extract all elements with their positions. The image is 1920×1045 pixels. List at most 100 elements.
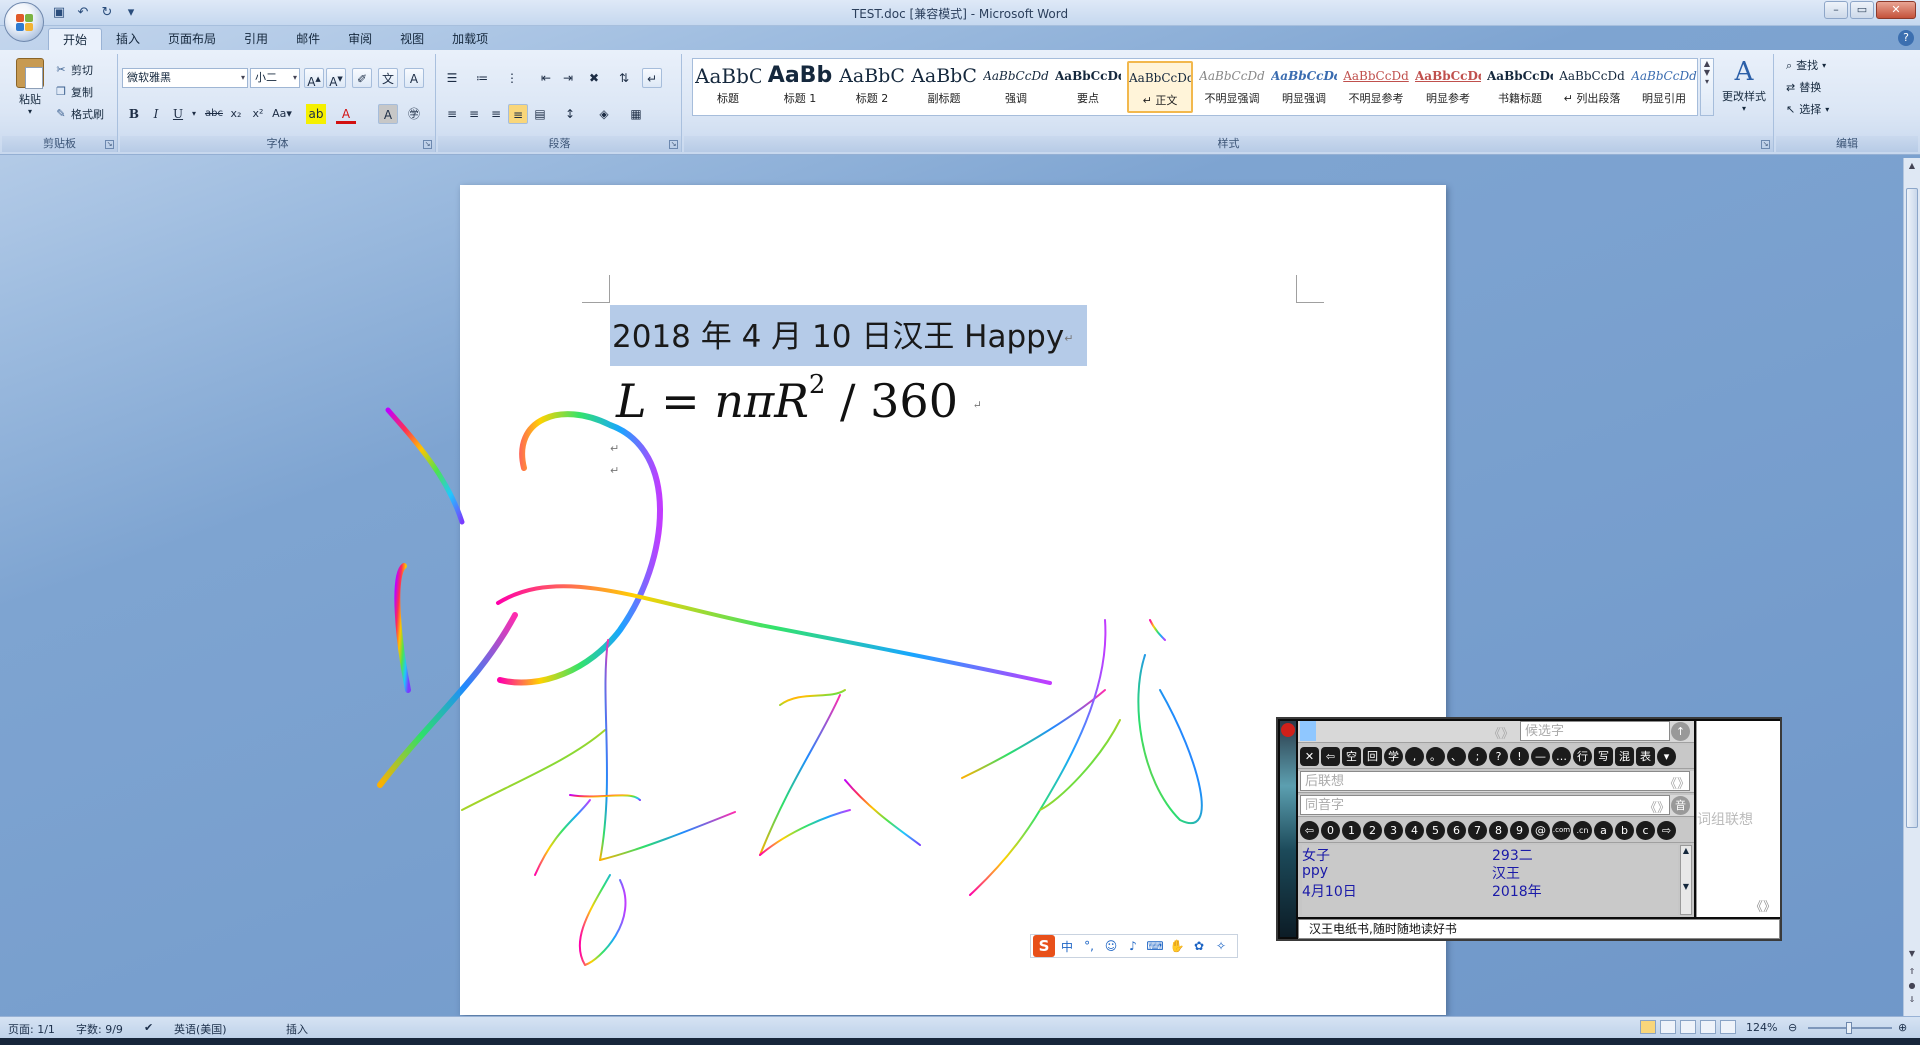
candidate-scrollbar[interactable]: ▲ ▼ xyxy=(1680,845,1692,915)
ime-key[interactable]: @ xyxy=(1531,821,1550,840)
show-marks-button[interactable]: ↵ xyxy=(642,68,662,88)
draft-view-icon[interactable] xyxy=(1720,1020,1736,1034)
page-indicator[interactable]: 页面: 1/1 xyxy=(8,1021,55,1037)
phrase-assoc-panel[interactable]: 词组联想 《》 xyxy=(1696,721,1780,917)
scroll-down-icon[interactable]: ▼ xyxy=(1906,948,1918,960)
paste-button[interactable]: 粘贴 ▾ xyxy=(10,58,50,120)
punctuation-icon[interactable]: °, xyxy=(1079,939,1099,953)
ime-key[interactable]: 、 xyxy=(1447,747,1466,766)
styles-gallery-scroll[interactable]: ▲ ▼ ▾ xyxy=(1700,58,1714,116)
chevrons-icon[interactable]: 《》 xyxy=(1750,896,1776,915)
ime-key[interactable]: b xyxy=(1615,821,1634,840)
style-subtle-emphasis[interactable]: AaBbCcDd 不明显强调 xyxy=(1199,61,1265,113)
scroll-thumb[interactable] xyxy=(1906,188,1918,828)
ime-key[interactable]: a xyxy=(1594,821,1613,840)
style-heading-2[interactable]: AaBbC 标题 2 xyxy=(839,61,905,113)
word-count[interactable]: 字数: 9/9 xyxy=(76,1021,123,1037)
chinese-layout-button[interactable]: ✖ xyxy=(584,68,604,88)
font-color-button[interactable]: A xyxy=(336,104,356,124)
browse-object-icon[interactable]: ● xyxy=(1906,980,1918,992)
ime-key[interactable]: 。 xyxy=(1426,747,1445,766)
change-styles-button[interactable]: A 更改样式 ▾ xyxy=(1716,56,1772,116)
style-book-title[interactable]: AaBbCcDd 书籍标题 xyxy=(1487,61,1553,113)
chevron-down-icon[interactable]: ▾ xyxy=(1657,747,1676,766)
style-strong[interactable]: AaBbCcDd 要点 xyxy=(1055,61,1121,113)
strikethrough-button[interactable]: abc xyxy=(204,104,224,124)
candidate-item[interactable]: 4月10日 xyxy=(1302,881,1357,901)
zoom-slider-handle[interactable] xyxy=(1846,1022,1852,1034)
paste-dropdown-icon[interactable]: ▾ xyxy=(10,107,50,116)
ime-key[interactable]: … xyxy=(1552,747,1571,766)
ime-key[interactable]: ? xyxy=(1489,747,1508,766)
enclose-char-button[interactable]: ㊫ xyxy=(404,104,424,124)
chevrons-icon[interactable]: 《》 xyxy=(1644,797,1670,816)
ime-key[interactable]: 7 xyxy=(1468,821,1487,840)
candidate-field[interactable]: 候选字 xyxy=(1520,721,1670,741)
zoom-in-icon[interactable]: ⊕ xyxy=(1898,1021,1907,1034)
align-center-button[interactable]: ≡ xyxy=(464,104,484,124)
find-button[interactable]: ⌕ 查找 ▾ xyxy=(1786,56,1826,76)
up-arrow-icon[interactable]: ↑ xyxy=(1671,722,1690,741)
office-button[interactable] xyxy=(4,2,44,42)
styles-launcher-icon[interactable]: ↘ xyxy=(1761,140,1770,149)
language-indicator[interactable]: 英语(美国) xyxy=(174,1021,227,1037)
tab-addins[interactable]: 加载项 xyxy=(438,28,502,50)
help-icon[interactable]: ? xyxy=(1898,30,1914,46)
ime-key[interactable]: ⇦ xyxy=(1300,821,1319,840)
style-normal[interactable]: AaBbCcDd ↵ 正文 xyxy=(1127,61,1193,113)
justify-button[interactable]: ≡ xyxy=(508,104,528,124)
close-button[interactable]: ✕ xyxy=(1876,1,1916,19)
chevrons-icon[interactable]: 《》 xyxy=(1488,723,1514,742)
copy-button[interactable]: ❐ 复制 xyxy=(54,82,93,102)
style-subtle-reference[interactable]: AaBbCcDd 不明显参考 xyxy=(1343,61,1409,113)
select-button[interactable]: ↖ 选择 ▾ xyxy=(1786,100,1829,120)
candidate-item[interactable]: 汉王 xyxy=(1492,863,1520,883)
ime-key[interactable]: 表 xyxy=(1636,747,1655,766)
style-heading-1[interactable]: AaBb 标题 1 xyxy=(767,61,833,113)
bold-button[interactable]: B xyxy=(124,104,144,124)
distributed-button[interactable]: ▤ xyxy=(530,104,550,124)
decrease-indent-button[interactable]: ⇤ xyxy=(536,68,556,88)
handwriting-ime-panel[interactable]: 《》 候选字 ↑ ✕ ⇦ 空 回 学 , 。 、 ; ? ! — … 行 写 混 xyxy=(1276,717,1782,941)
style-title[interactable]: AaBbC 标题 xyxy=(695,61,761,113)
equation[interactable]: L = nπR2 / 360 ↵ xyxy=(616,370,982,428)
clipboard-launcher-icon[interactable]: ↘ xyxy=(105,140,114,149)
web-layout-view-icon[interactable] xyxy=(1680,1020,1696,1034)
style-intense-quote[interactable]: AaBbCcDd 明显引用 xyxy=(1631,61,1697,113)
char-shading-button[interactable]: A xyxy=(378,104,398,124)
italic-button[interactable]: I xyxy=(146,104,166,124)
ime-key[interactable]: 0 xyxy=(1321,821,1340,840)
ime-key[interactable]: c xyxy=(1636,821,1655,840)
sogou-ime-toolbar[interactable]: S 中 °, ☺ ♪ ⌨ ✋ ✿ ✧ xyxy=(1030,934,1238,958)
shrink-font-button[interactable]: A▼ xyxy=(326,68,346,89)
candidate-item[interactable]: ppy xyxy=(1302,863,1328,879)
ime-key[interactable]: 8 xyxy=(1489,821,1508,840)
increase-indent-button[interactable]: ⇥ xyxy=(558,68,578,88)
ime-key[interactable]: 1 xyxy=(1342,821,1361,840)
input-mode-toggle[interactable]: 中 xyxy=(1057,938,1077,955)
ime-key[interactable]: 9 xyxy=(1510,821,1529,840)
borders-button[interactable]: ▦ xyxy=(626,104,646,124)
style-list-paragraph[interactable]: AaBbCcDd ↵ 列出段落 xyxy=(1559,61,1625,113)
clear-format-button[interactable]: ✐ xyxy=(352,68,372,88)
highlight-button[interactable]: ab xyxy=(306,104,326,124)
ime-key[interactable]: — xyxy=(1531,747,1550,766)
tab-view[interactable]: 视图 xyxy=(386,28,438,50)
candidate-item[interactable]: 2018年 xyxy=(1492,881,1542,901)
keyboard-icon[interactable]: ⌨ xyxy=(1145,939,1165,953)
tab-references[interactable]: 引用 xyxy=(230,28,282,50)
ime-key[interactable]: 空 xyxy=(1342,747,1361,766)
format-painter-button[interactable]: ✎ 格式刷 xyxy=(54,104,104,124)
char-border-button[interactable]: A xyxy=(404,68,424,88)
selected-text-line[interactable]: 2018 年 4 月 10 日汉王 Happy↵ xyxy=(610,305,1088,366)
wrench-icon[interactable]: ✧ xyxy=(1211,939,1231,953)
microphone-icon[interactable]: ♪ xyxy=(1123,939,1143,953)
prev-page-icon[interactable]: ⇑ xyxy=(1906,966,1918,978)
font-family-select[interactable]: 微软雅黑 ▾ xyxy=(122,68,248,88)
line-spacing-button[interactable]: ↕ xyxy=(560,104,580,124)
change-case-button[interactable]: Aa▾ xyxy=(272,104,292,124)
style-emphasis[interactable]: AaBbCcDd 强调 xyxy=(983,61,1049,113)
emoji-icon[interactable]: ☺ xyxy=(1101,939,1121,953)
tab-review[interactable]: 审阅 xyxy=(334,28,386,50)
chevrons-icon[interactable]: 《》 xyxy=(1664,773,1690,792)
